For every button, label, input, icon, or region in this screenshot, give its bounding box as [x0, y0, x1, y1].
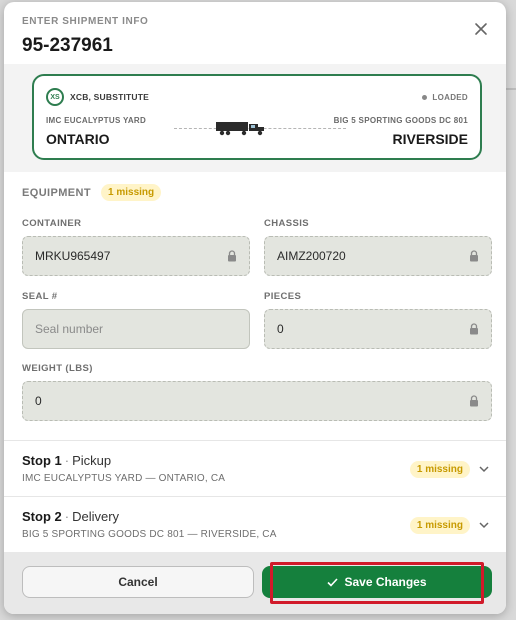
chevron-down-icon[interactable] [478, 463, 490, 475]
container-field: MRKU965497 [22, 236, 250, 276]
stop-missing-badge: 1 missing [409, 517, 470, 534]
pieces-label: PIECES [264, 291, 302, 302]
modal-title: 95-237961 [22, 35, 113, 56]
equipment-section-header: EQUIPMENT 1 missing [22, 184, 162, 201]
weight-value: 0 [35, 394, 42, 408]
destination-name: BIG 5 SPORTING GOODS DC 801 [333, 116, 468, 125]
save-changes-label: Save Changes [344, 575, 427, 589]
seal-number-input[interactable]: Seal number [22, 309, 250, 349]
stop-separator: · [64, 509, 70, 524]
lock-icon [470, 250, 478, 262]
stop-row-1[interactable]: Stop 1 · Pickup IMC EUCALYPTUS YARD — ONTA… [4, 440, 506, 496]
lock-icon [470, 395, 478, 407]
stop-title: Stop 1 · Pickup [22, 453, 111, 468]
weight-field: 0 [22, 381, 492, 421]
destination: BIG 5 SPORTING GOODS DC 801 RIVERSIDE [334, 116, 468, 147]
carrier-name: XCB, SUBSTITUTE [70, 92, 150, 102]
carrier-badge: XS [46, 88, 64, 106]
origin-name: IMC EUCALYPTUS YARD [46, 116, 147, 125]
chassis-field: AIMZ200720 [264, 236, 492, 276]
close-icon[interactable] [472, 20, 490, 38]
stop-number: Stop 1 [22, 453, 62, 468]
stop-number: Stop 2 [22, 509, 62, 524]
check-icon [327, 577, 339, 587]
origin: IMC EUCALYPTUS YARD ONTARIO [46, 116, 146, 147]
stop-address: BIG 5 SPORTING GOODS DC 801 — RIVERSIDE,… [22, 529, 277, 540]
backdrop-divider [506, 88, 516, 90]
status-badge: LOADED [422, 93, 468, 102]
chassis-label: CHASSIS [264, 218, 310, 229]
equipment-missing-badge: 1 missing [101, 184, 162, 201]
save-changes-button[interactable]: Save Changes [262, 566, 492, 598]
stop-address: IMC EUCALYPTUS YARD — ONTARIO, CA [22, 473, 226, 484]
lock-icon [228, 250, 236, 262]
truck-icon [216, 122, 264, 136]
stop-type: Pickup [72, 453, 112, 468]
route-card: XS XCB, SUBSTITUTE LOADED IMC EUCALYPTUS… [32, 74, 482, 160]
container-label: CONTAINER [22, 218, 82, 229]
modal-header: ENTER SHIPMENT INFO 95-237961 [22, 16, 488, 57]
origin-city: ONTARIO [46, 131, 110, 147]
chevron-down-icon[interactable] [478, 519, 490, 531]
equipment-label: EQUIPMENT [22, 186, 91, 199]
modal-footer: Cancel Save Changes [4, 552, 506, 614]
stop-title: Stop 2 · Delivery [22, 509, 119, 524]
stop-separator: · [64, 453, 70, 468]
destination-city: RIVERSIDE [392, 131, 468, 147]
carrier: XS XCB, SUBSTITUTE [46, 88, 149, 106]
pieces-field: 0 [264, 309, 492, 349]
lock-icon [470, 323, 478, 335]
cancel-button[interactable]: Cancel [22, 566, 254, 598]
stop-type: Delivery [72, 509, 120, 524]
weight-label: WEIGHT (LBS) [22, 363, 93, 374]
status-dot-icon [422, 95, 428, 100]
seal-label: SEAL # [22, 291, 58, 302]
stop-row-2[interactable]: Stop 2 · Delivery BIG 5 SPORTING GOODS DC … [4, 496, 506, 552]
status-text: LOADED [432, 93, 468, 102]
modal-eyebrow: ENTER SHIPMENT INFO [22, 16, 149, 27]
chassis-value: AIMZ200720 [277, 249, 346, 263]
seal-placeholder: Seal number [35, 322, 104, 336]
pieces-value: 0 [277, 322, 284, 336]
container-value: MRKU965497 [35, 249, 111, 263]
shipment-info-modal: ENTER SHIPMENT INFO 95-237961 XS XCB, SU… [4, 2, 506, 614]
stop-missing-badge: 1 missing [409, 461, 470, 478]
